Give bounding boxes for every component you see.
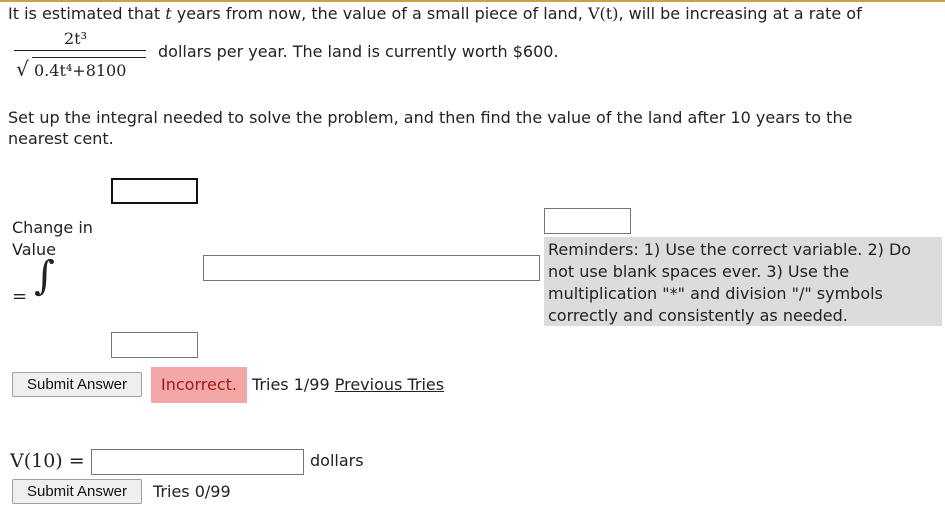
v10-answer-input[interactable] [91,449,304,475]
sqrt-overline [32,57,146,58]
instructions: Set up the integral needed to solve the … [8,108,853,148]
equals-sign: = [12,286,28,307]
problem-text-a: It is estimated that [8,4,161,23]
variable-t: t [165,4,172,23]
previous-tries-link[interactable]: Previous Tries [335,375,444,394]
submit-answer-button-1[interactable]: Submit Answer [12,372,142,397]
tries-status-1: Tries 1/99 Previous Tries [252,375,444,394]
incorrect-badge: Incorrect. [151,367,247,403]
lower-limit-input[interactable] [111,332,198,358]
fraction-denominator: 0.4t⁴+8100 [34,61,127,80]
problem-line-2: dollars per year. The land is currently … [158,42,559,61]
v10-label: V(10) [10,450,63,472]
label-line-1: Change in [12,218,93,237]
problem-line-1: It is estimated that t years from now, t… [8,4,862,23]
tries-count-2: Tries 0/99 [153,482,231,501]
tries-count-1: Tries 1/99 [252,375,330,394]
fraction-bar [14,50,146,51]
v10-equals: = [68,450,85,472]
dollars-unit: dollars [310,451,364,470]
problem-text-b: years from now, the value of a small pie… [176,4,583,23]
problem-text-c: , will be increasing at a rate of [618,4,862,23]
integral-icon: ∫ [34,253,55,299]
reminder-box: Reminders: 1) Use the correct variable. … [544,237,942,326]
upper-limit-input[interactable] [111,178,198,204]
function-v: V(t) [587,4,619,23]
fraction-numerator: 2t³ [64,29,88,48]
integrand-input[interactable] [203,255,540,281]
top-border [0,0,945,2]
v10-expression: V(10) = [10,450,85,472]
sqrt-icon: √ [16,57,29,81]
submit-answer-button-2[interactable]: Submit Answer [12,479,142,504]
differential-input[interactable] [544,208,631,234]
